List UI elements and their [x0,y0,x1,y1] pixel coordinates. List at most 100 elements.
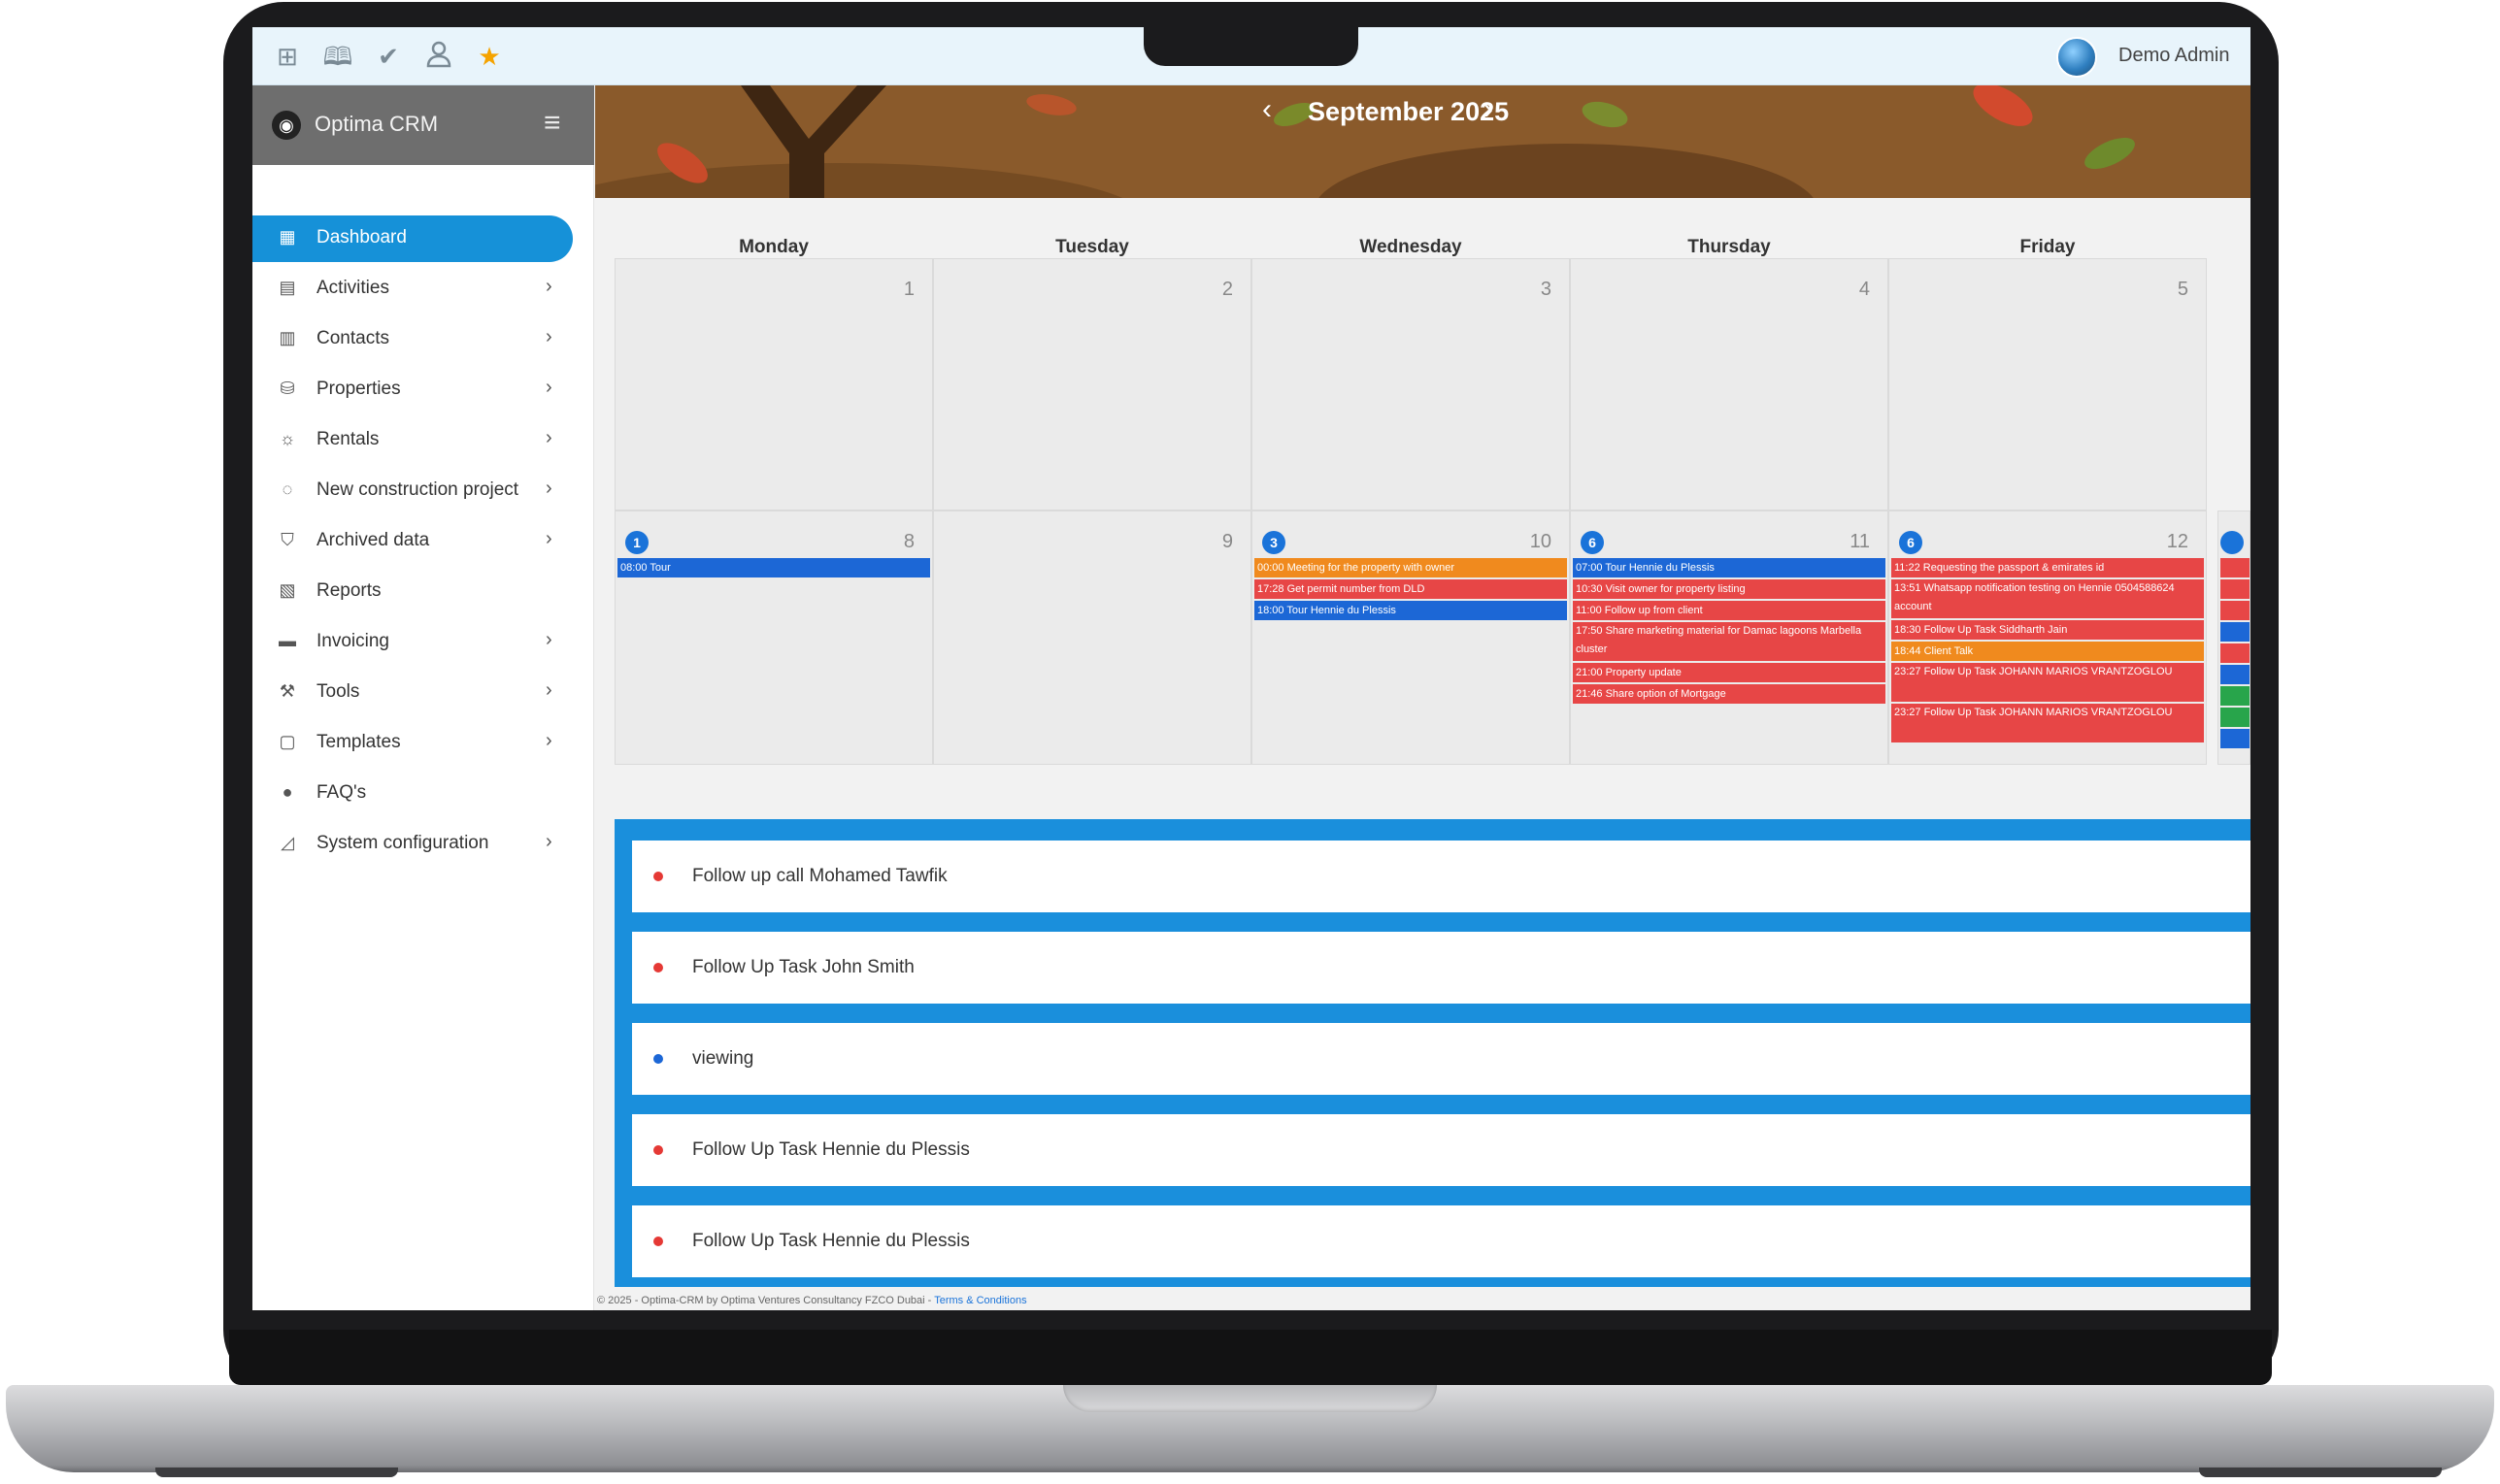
sidebar-item-system-configuration[interactable]: ◿ System configuration › [252,821,594,868]
sidebar-item-reports[interactable]: ▧ Reports [252,569,594,615]
sidebar-item-faq-s[interactable]: ● FAQ's [252,771,594,817]
sidebar-item-invoicing[interactable]: ▬ Invoicing › [252,619,594,666]
invoicing-icon: ▬ [279,631,296,650]
calendar: Monday Tuesday Wednesday Thursday Friday 123… [595,198,2250,1310]
event-count-badge[interactable]: 1 [625,531,649,554]
day-number: 1 [903,279,915,300]
calendar-event[interactable] [2220,601,2250,620]
chevron-right-icon: › [546,427,552,448]
task-label: Follow Up Task John Smith [692,957,915,977]
sidebar-item-label: Templates [317,732,401,752]
properties-icon: ⛁ [280,379,295,398]
terms-link[interactable]: Terms & Conditions [934,1295,1026,1306]
calendar-event[interactable]: 00:00 Meeting for the property with owne… [1254,558,1567,577]
calendar-event[interactable]: 11:22 Requesting the passport & emirates… [1891,558,2204,577]
calendar-event[interactable] [2220,622,2250,642]
calendar-event[interactable]: 18:30 Follow Up Task Siddharth Jain [1891,620,2204,640]
calendar-day-cell[interactable]: 8 1 08:00 Tour [615,511,933,765]
calendar-event[interactable]: 17:28 Get permit number from DLD [1254,579,1567,599]
book-icon[interactable]: 🕮 [322,41,353,72]
task-label: viewing [692,1048,754,1069]
calendar-event[interactable]: 13:51 Whatsapp notification testing on H… [1891,579,2204,618]
sidebar-item-archived-data[interactable]: ⛉ Archived data › [252,518,594,565]
sidebar-item-templates[interactable]: ▢ Templates › [252,720,594,767]
calendar-event[interactable]: 23:27 Follow Up Task JOHANN MARIOS VRANT… [1891,704,2204,742]
prev-month-button[interactable]: ‹ [1262,93,1272,126]
sidebar-item-label: Rentals [317,429,380,449]
sidebar-item-rentals[interactable]: ☼ Rentals › [252,417,594,464]
calendar-event[interactable] [2220,729,2250,748]
sidebar-item-label: FAQ's [317,782,367,803]
screen: ⊞ 🕮 ✔ ★ Demo Admin ◉ Optima CRM ≡ ▦ Dashb… [252,27,2250,1310]
grid-icon[interactable]: ⊞ [272,41,303,72]
sidebar-item-tools[interactable]: ⚒ Tools › [252,670,594,716]
user-name[interactable]: Demo Admin [2118,45,2230,67]
calendar-event[interactable]: 21:46 Share option of Mortgage [1573,684,1885,704]
status-dot-icon [653,1145,663,1155]
task-item[interactable]: Follow Up Task John Smith [632,932,2250,1004]
calendar-event[interactable]: 10:30 Visit owner for property listing [1573,579,1885,599]
check-icon[interactable]: ✔ [373,41,404,72]
sidebar-item-properties[interactable]: ⛁ Properties › [252,367,594,413]
next-month-button[interactable]: › [1483,93,1493,126]
calendar-event[interactable]: 11:00 Follow up from client [1573,601,1885,620]
user-icon[interactable] [423,41,454,72]
calendar-event[interactable]: 18:44 Client Talk [1891,642,2204,661]
sidebar-item-dashboard[interactable]: ▦ Dashboard [252,215,573,262]
hamburger-menu-icon[interactable]: ≡ [544,107,561,140]
task-item[interactable]: Follow Up Task Hennie du Plessis [632,1205,2250,1277]
sidebar-item-label: Archived data [317,530,430,550]
event-count-badge[interactable]: 3 [1262,531,1285,554]
avatar[interactable] [2056,37,2097,78]
calendar-event[interactable] [2220,665,2250,684]
chevron-right-icon: › [546,377,552,398]
calendar-event[interactable]: 17:50 Share marketing material for Damac… [1573,622,1885,661]
event-count-badge[interactable]: 6 [1899,531,1922,554]
event-count-badge[interactable]: 6 [1581,531,1604,554]
calendar-event[interactable] [2220,708,2250,727]
star-icon[interactable]: ★ [474,41,505,72]
sidebar-item-label: Reports [317,580,382,601]
day-number: 5 [2177,279,2188,300]
calendar-day-cell[interactable]: 4 [1570,258,1888,511]
laptop-foot-right [2199,1468,2442,1477]
calendar-event[interactable]: 18:00 Tour Hennie du Plessis [1254,601,1567,620]
calendar-day-cell[interactable]: 1 [615,258,933,511]
footer: © 2025 - Optima-CRM by Optima Ventures C… [597,1295,1027,1306]
calendar-event[interactable] [2220,643,2250,663]
sidebar-item-new-construction-project[interactable]: ◌ New construction project › [252,468,594,514]
chevron-right-icon: › [546,326,552,347]
calendar-day-cell[interactable]: 5 [1888,258,2207,511]
calendar-event[interactable]: 23:27 Follow Up Task JOHANN MARIOS VRANT… [1891,663,2204,702]
sidebar-item-label: Invoicing [317,631,389,651]
calendar-day-cell[interactable]: 9 [933,511,1251,765]
calendar-day-cell[interactable]: 3 [1251,258,1570,511]
task-item[interactable]: viewing [632,1023,2250,1095]
calendar-day-cell[interactable]: 2 [933,258,1251,511]
task-item[interactable]: Follow Up Task Hennie du Plessis [632,1114,2250,1186]
calendar-day-cell[interactable]: 10 3 00:00 Meeting for the property with o… [1251,511,1570,765]
day-number: 3 [1540,279,1551,300]
calendar-event[interactable]: 08:00 Tour [617,558,930,577]
calendar-day-cell[interactable]: 11 6 07:00 Tour Hennie du Plessis 10:30 Vis… [1570,511,1888,765]
calendar-event[interactable]: 07:00 Tour Hennie du Plessis [1573,558,1885,577]
task-label: Follow Up Task Hennie du Plessis [692,1139,970,1160]
chevron-right-icon: › [546,478,552,499]
calendar-event[interactable] [2220,579,2250,599]
laptop-foot-left [155,1468,398,1477]
day-number: 10 [1529,531,1551,552]
calendar-event[interactable] [2220,686,2250,706]
activities-icon: ▤ [279,278,296,297]
sidebar-item-activities[interactable]: ▤ Activities › [252,266,594,313]
sidebar-item-contacts[interactable]: ▥ Contacts › [252,316,594,363]
calendar-event[interactable]: 21:00 Property update [1573,663,1885,682]
camera-notch [1144,27,1358,66]
chevron-right-icon: › [546,276,552,297]
month-title: September 2025 [1308,97,1510,126]
task-item[interactable]: Follow up call Mohamed Tawfik [632,841,2250,912]
calendar-day-cell[interactable]: 12 6 11:22 Requesting the passport & emira… [1888,511,2207,765]
calendar-event[interactable] [2220,558,2250,577]
reports-icon: ▧ [279,580,296,600]
day-number: 9 [1221,531,1233,552]
chevron-right-icon: › [546,730,552,751]
